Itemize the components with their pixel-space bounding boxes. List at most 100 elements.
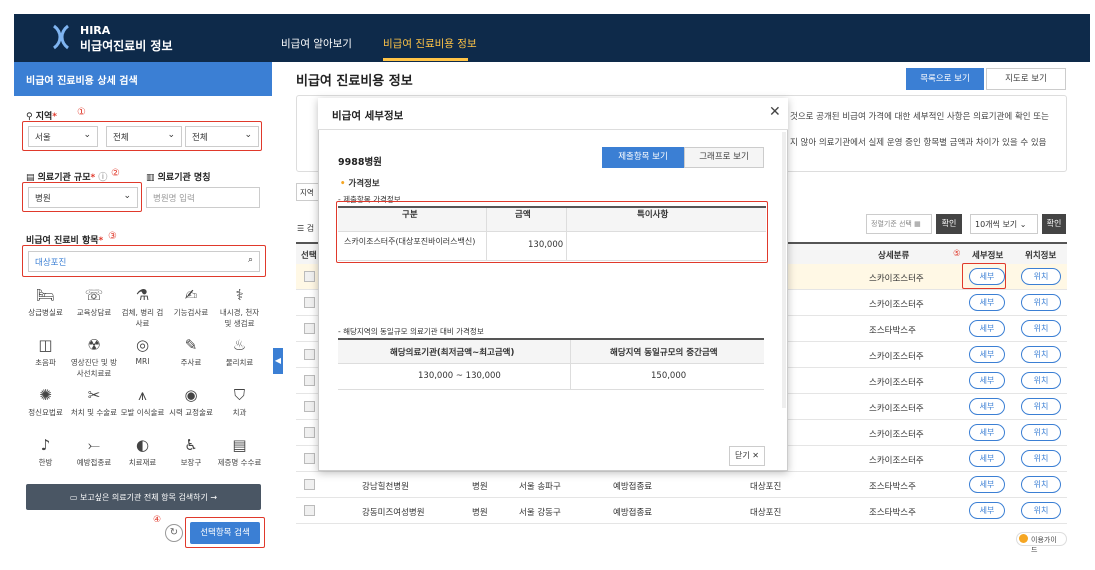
compare-median: 150,000: [651, 371, 687, 381]
location-button[interactable]: 위치: [1021, 320, 1061, 337]
category-item[interactable]: ☢ 영상진단 및 방사선치료료: [71, 333, 118, 381]
cell-hospital: 강남힐천병원: [362, 482, 409, 492]
category-item[interactable]: ♿ 보장구: [168, 433, 215, 481]
view-list-button[interactable]: 목록으로 보기: [906, 68, 984, 90]
bed-icon: 🛏: [35, 286, 56, 304]
detail-button[interactable]: 세부: [969, 346, 1005, 363]
category-item[interactable]: ◎ MRI: [119, 333, 166, 381]
category-label: 예방접종료: [76, 458, 112, 467]
reset-icon[interactable]: ↻: [165, 524, 183, 542]
location-button[interactable]: 위치: [1021, 372, 1061, 389]
cell-subcategory: 조스타박스주: [869, 326, 916, 336]
cth-hospital-range: 해당의료기관(최저금액~최고금액): [390, 348, 515, 358]
location-button[interactable]: 위치: [1021, 424, 1061, 441]
row-checkbox[interactable]: [304, 297, 315, 308]
close-icon[interactable]: ✕: [769, 104, 781, 120]
category-item[interactable]: ◫ 초음파: [22, 333, 69, 381]
per-page-select[interactable]: 10개씩 보기 ⌄: [970, 214, 1038, 234]
detail-button[interactable]: 세부: [969, 294, 1005, 311]
nav-cost-info[interactable]: 비급여 진료비용 정보: [383, 36, 477, 51]
view-map-button[interactable]: 지도로 보기: [986, 68, 1066, 90]
cell-subcategory: 스카이조스터주: [869, 430, 924, 440]
building-icon: ▥: [146, 173, 155, 183]
row-checkbox[interactable]: [304, 323, 315, 334]
category-label: 교육상담료: [76, 308, 112, 317]
modal-scrollbar[interactable]: [782, 132, 786, 408]
hosp-name-input[interactable]: 병원명 입력: [146, 187, 260, 208]
category-item[interactable]: ◉ 시력 교정술료: [168, 383, 215, 431]
category-item[interactable]: ✺ 정신요법료: [22, 383, 69, 431]
detail-button[interactable]: 세부: [969, 450, 1005, 467]
price-amount: 130,000: [528, 240, 564, 250]
modal-close-button[interactable]: 닫기 ✕: [729, 446, 765, 466]
location-button[interactable]: 위치: [1021, 346, 1061, 363]
category-item[interactable]: ⛉ 치과: [216, 383, 263, 431]
category-item[interactable]: ⩚ 모발 이식술료: [119, 383, 166, 431]
detail-button[interactable]: 세부: [969, 476, 1005, 493]
physio-icon: ♨: [232, 336, 247, 354]
row-checkbox[interactable]: [304, 271, 315, 282]
location-button[interactable]: 위치: [1021, 268, 1061, 285]
detail-button[interactable]: 세부: [969, 372, 1005, 389]
hosp-size-select[interactable]: 병원 ⌄: [28, 187, 138, 208]
row-checkbox[interactable]: [304, 375, 315, 386]
category-item[interactable]: ⤚ 예방접종료: [71, 433, 118, 481]
tab-graph[interactable]: 그래프로 보기: [684, 147, 764, 168]
chevron-down-icon: ⌄: [244, 130, 252, 140]
location-button[interactable]: 위치: [1021, 502, 1061, 519]
item-search-input[interactable]: 대상포진 ⌕: [28, 251, 260, 272]
category-item[interactable]: ▤ 제증명 수수료: [216, 433, 263, 481]
region-dong-select[interactable]: 전체 ⌄: [185, 126, 259, 147]
nav-active-underline: [383, 58, 468, 61]
full-search-bar[interactable]: ▭ 보고싶은 의료기관 전체 항목 검색하기 →: [26, 484, 261, 510]
collapse-sidebar-icon[interactable]: ◀: [273, 348, 283, 374]
category-label: 주사료: [180, 358, 202, 367]
region-filter-stub[interactable]: 지역: [296, 183, 320, 201]
psychotherapy-icon: ✺: [39, 386, 52, 404]
category-item[interactable]: ✎ 주사료: [168, 333, 215, 381]
detail-button[interactable]: 세부: [969, 320, 1005, 337]
location-button[interactable]: 위치: [1021, 398, 1061, 415]
category-item[interactable]: 🛏 상급병실료: [22, 283, 69, 331]
category-item[interactable]: ⚗ 검체, 병리 검사료: [119, 283, 166, 331]
monitor-icon: ▭: [69, 493, 78, 502]
certificate-icon: ▤: [232, 436, 247, 454]
category-item[interactable]: ✂ 처치 및 수술료: [71, 383, 118, 431]
detail-button[interactable]: 세부: [969, 398, 1005, 415]
row-checkbox[interactable]: [304, 401, 315, 412]
row-checkbox[interactable]: [304, 427, 315, 438]
per-page-confirm-button[interactable]: 확인: [1042, 214, 1066, 234]
region-sido-select[interactable]: 서울 ⌄: [28, 126, 98, 147]
category-item[interactable]: ♪ 한방: [22, 433, 69, 481]
cell-category: 예방접종료: [613, 482, 653, 492]
marker-2: ②: [111, 168, 120, 179]
detail-button[interactable]: 세부: [969, 502, 1005, 519]
category-item[interactable]: ♨ 물리치료: [216, 333, 263, 381]
category-item[interactable]: ◐ 치료재료: [119, 433, 166, 481]
nav-learn[interactable]: 비급여 알아보기: [281, 36, 352, 51]
category-item[interactable]: ☏ 교육상담료: [71, 283, 118, 331]
location-button[interactable]: 위치: [1021, 294, 1061, 311]
search-icon[interactable]: ⌕: [248, 255, 253, 265]
th-detail: 세부정보: [972, 251, 1004, 261]
tab-items[interactable]: 제출항목 보기: [602, 147, 684, 168]
sort-confirm-button[interactable]: 확인: [936, 214, 962, 234]
detail-button[interactable]: 세부: [969, 424, 1005, 441]
location-button[interactable]: 위치: [1021, 450, 1061, 467]
row-checkbox[interactable]: [304, 479, 315, 490]
region-sigungu-select[interactable]: 전체 ⌄: [106, 126, 182, 147]
location-button[interactable]: 위치: [1021, 476, 1061, 493]
category-item[interactable]: ✍ 기능검사료: [168, 283, 215, 331]
row-checkbox[interactable]: [304, 349, 315, 360]
row-checkbox[interactable]: [304, 453, 315, 464]
cell-subcategory: 스카이조스터주: [869, 352, 924, 362]
category-label: 영상진단 및 방사선치료료: [70, 358, 118, 378]
apply-button[interactable]: 선택항목 검색: [190, 522, 260, 544]
category-item[interactable]: ⚕ 내시경, 천자 및 생검료: [216, 283, 263, 331]
sort-select[interactable]: 정렬기준 선택 ▦: [866, 214, 932, 234]
chevron-down-icon: ⌄: [167, 130, 175, 140]
row-checkbox[interactable]: [304, 505, 315, 516]
category-label: 기능검사료: [173, 308, 209, 317]
category-label: 정신요법료: [28, 408, 63, 417]
cell-category: 예방접종료: [613, 508, 653, 518]
